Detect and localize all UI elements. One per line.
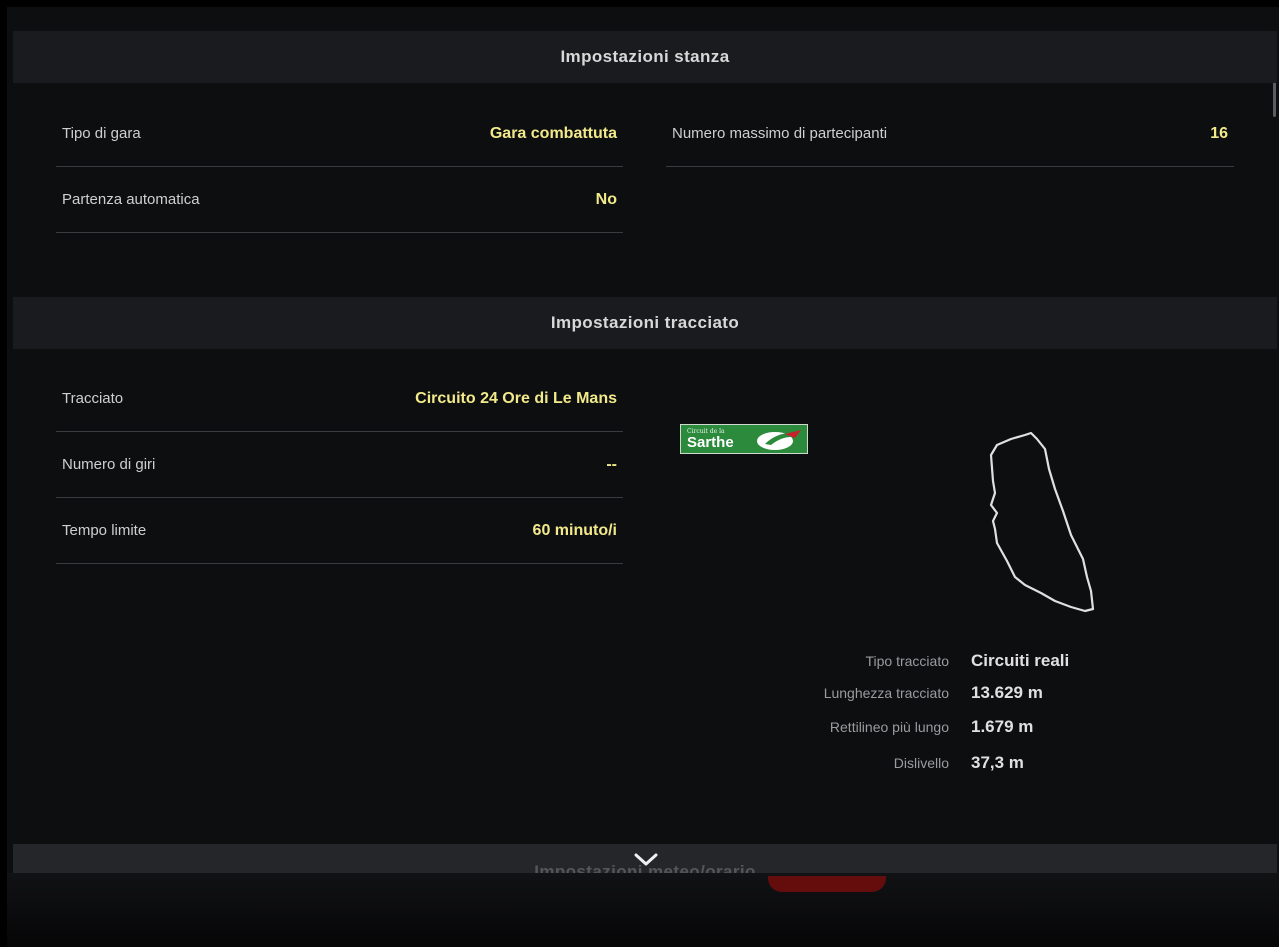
- laps-label: Numero di giri: [62, 456, 156, 473]
- chevron-down-icon[interactable]: [633, 852, 659, 868]
- time-limit-label: Tempo limite: [62, 522, 147, 539]
- info-track-type-label: Tipo tracciato: [865, 653, 949, 669]
- bottom-menu-bar: [7, 873, 1279, 947]
- row-auto-start[interactable]: Partenza automatica No: [56, 167, 623, 233]
- circuit-logo-big-text: Sarthe: [687, 434, 734, 451]
- info-track-type: Tipo tracciato Circuiti reali: [747, 647, 1147, 675]
- info-track-length-label: Lunghezza tracciato: [823, 685, 949, 701]
- time-limit-value: 60 minuto/i: [532, 521, 617, 539]
- info-track-type-value: Circuiti reali: [971, 651, 1070, 670]
- info-track-length: Lunghezza tracciato 13.629 m: [747, 679, 1147, 707]
- race-type-label: Tipo di gara: [62, 125, 141, 142]
- circuit-logo-emblem-icon: [757, 430, 801, 450]
- section-header-track: Impostazioni tracciato: [13, 297, 1277, 349]
- track-value: Circuito 24 Ore di Le Mans: [415, 389, 617, 407]
- row-race-type[interactable]: Tipo di gara Gara combattuta: [56, 101, 623, 167]
- row-max-participants[interactable]: Numero massimo di partecipanti 16: [666, 101, 1234, 167]
- race-type-value: Gara combattuta: [489, 124, 617, 142]
- info-longest-straight: Rettilineo più lungo 1.679 m: [747, 713, 1147, 741]
- info-longest-straight-label: Rettilineo più lungo: [829, 719, 949, 735]
- auto-start-label: Partenza automatica: [62, 191, 200, 208]
- max-participants-label: Numero massimo di partecipanti: [672, 125, 888, 142]
- info-longest-straight-value: 1.679 m: [971, 717, 1034, 736]
- auto-start-value: No: [595, 190, 617, 208]
- row-time-limit[interactable]: Tempo limite 60 minuto/i: [56, 498, 623, 564]
- section-header-room: Impostazioni stanza: [13, 31, 1277, 83]
- laps-value: --: [606, 455, 617, 473]
- max-participants-value: 16: [1210, 124, 1228, 142]
- circuit-logo: Circuit de la Sarthe: [680, 424, 808, 454]
- info-elevation-label: Dislivello: [893, 755, 949, 771]
- track-map-outline: [989, 431, 1095, 613]
- row-track[interactable]: Tracciato Circuito 24 Ore di Le Mans: [56, 366, 623, 432]
- info-elevation: Dislivello 37,3 m: [747, 749, 1147, 777]
- row-laps[interactable]: Numero di giri --: [56, 432, 623, 498]
- track-label: Tracciato: [62, 390, 124, 407]
- settings-panel: Impostazioni stanza Tipo di gara Gara co…: [7, 7, 1279, 873]
- info-elevation-value: 37,3 m: [971, 753, 1024, 772]
- bottom-red-highlight: [768, 876, 886, 892]
- info-track-length-value: 13.629 m: [971, 683, 1043, 702]
